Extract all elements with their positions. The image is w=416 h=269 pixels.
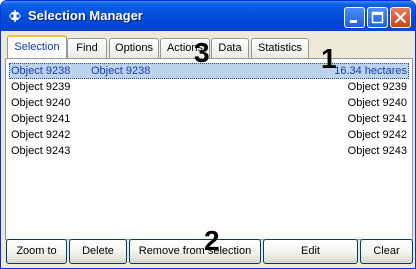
object-name: Object 9243 xyxy=(11,145,71,157)
maximize-icon xyxy=(371,11,384,24)
object-value: Object 9242 xyxy=(347,129,407,141)
close-icon xyxy=(394,11,407,24)
edit-button[interactable]: Edit xyxy=(263,239,358,264)
object-value: Object 9243 xyxy=(347,145,407,157)
remove-from-selection-button[interactable]: Remove from selection xyxy=(129,239,261,264)
selection-panel: Object 9238 Object 9238 16.34 hectares O… xyxy=(5,58,413,240)
clear-button[interactable]: Clear xyxy=(360,239,413,264)
tab-data[interactable]: Data xyxy=(211,38,249,58)
list-item[interactable]: Object 9241 Object 9241 xyxy=(9,111,409,127)
selection-manager-window: Selection Manager Selection Find Options… xyxy=(0,0,416,269)
tab-statistics[interactable]: Statistics xyxy=(251,38,309,58)
minimize-icon xyxy=(350,20,357,23)
zoom-to-button[interactable]: Zoom to xyxy=(6,239,67,264)
object-value: Object 9239 xyxy=(347,81,407,93)
annotation-2: 2 xyxy=(204,225,220,256)
tab-options[interactable]: Options xyxy=(109,38,159,58)
tab-selection[interactable]: Selection xyxy=(7,35,67,59)
object-name: Object 9242 xyxy=(11,129,71,141)
delete-button[interactable]: Delete xyxy=(69,239,127,264)
list-item[interactable]: Object 9240 Object 9240 xyxy=(9,95,409,111)
annotation-3: 3 xyxy=(194,37,210,68)
object-value: Object 9241 xyxy=(347,113,407,125)
annotation-1: 1 xyxy=(321,43,337,74)
title-bar[interactable]: Selection Manager xyxy=(1,1,415,31)
tab-find[interactable]: Find xyxy=(67,38,107,58)
selection-list[interactable]: Object 9238 Object 9238 16.34 hectares O… xyxy=(9,61,409,237)
object-id: Object 9238 xyxy=(91,65,151,77)
minimize-button[interactable] xyxy=(344,7,365,28)
list-item[interactable]: Object 9243 Object 9243 xyxy=(9,143,409,159)
object-name: Object 9239 xyxy=(11,81,71,93)
object-name: Object 9240 xyxy=(11,97,71,109)
object-value: 16.34 hectares xyxy=(334,65,407,77)
object-value: Object 9240 xyxy=(347,97,407,109)
list-item[interactable]: Object 9242 Object 9242 xyxy=(9,127,409,143)
maximize-button[interactable] xyxy=(367,7,388,28)
window-title: Selection Manager xyxy=(28,8,143,23)
object-name: Object 9241 xyxy=(11,113,71,125)
object-name: Object 9238 xyxy=(11,65,71,77)
app-icon xyxy=(7,9,23,23)
list-item[interactable]: Object 9239 Object 9239 xyxy=(9,79,409,95)
close-button[interactable] xyxy=(390,7,411,28)
